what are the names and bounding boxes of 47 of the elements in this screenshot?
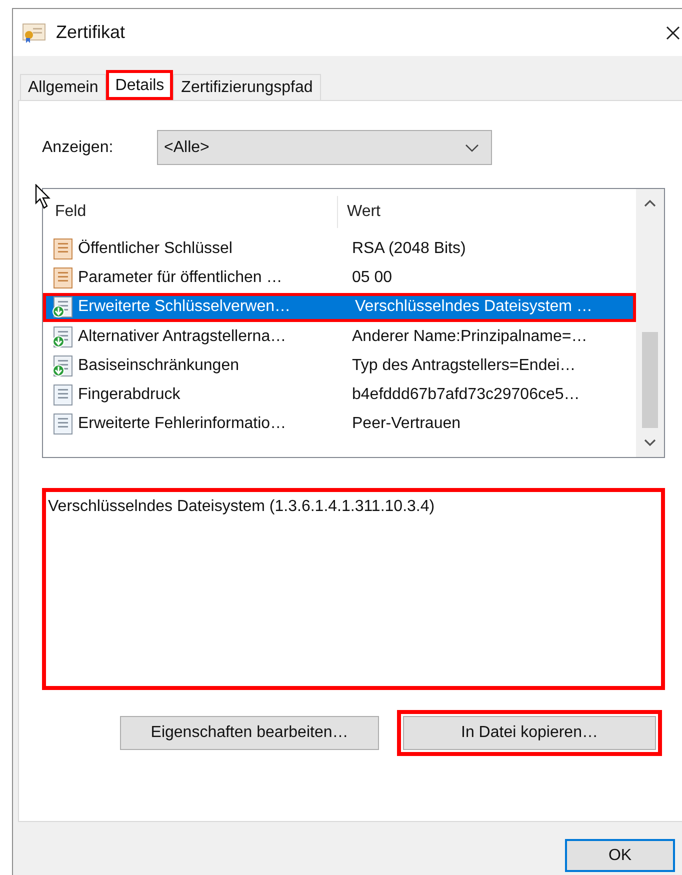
detail-field[interactable]: Verschlüsselndes Dateisystem (1.3.6.1.4.1.311.10.3.4) xyxy=(42,488,665,690)
scrollbar[interactable] xyxy=(636,189,664,457)
field-value: b4efddd67b7afd73c29706ce5… xyxy=(352,386,580,404)
field-name: Erweiterte Fehlerinformatio… xyxy=(78,415,286,434)
certificate-icon xyxy=(22,22,46,44)
window-title: Zertifikat xyxy=(56,22,126,43)
document-download-icon xyxy=(52,354,74,377)
field-name: Erweiterte Schlüsselverwen… xyxy=(78,298,291,316)
field-name: Basiseinschränkungen xyxy=(78,356,239,375)
tab[interactable]: Allgemein xyxy=(20,74,106,100)
field-value: 05 00 xyxy=(352,268,392,287)
document-icon xyxy=(52,413,74,436)
chevron-down-icon[interactable] xyxy=(465,144,479,152)
ok-button[interactable]: OK xyxy=(565,839,675,872)
field-value: Peer-Vertrauen xyxy=(352,415,461,434)
action-button[interactable]: Eigenschaften bearbeiten… xyxy=(120,716,379,750)
show-label: Anzeigen: xyxy=(42,138,114,156)
action-button[interactable]: In Datei kopieren… xyxy=(403,716,656,750)
field-value: RSA (2048 Bits) xyxy=(352,240,466,258)
detail-text: Verschlüsselndes Dateisystem (1.3.6.1.4.1.311.10.3.4) xyxy=(48,498,435,515)
list-row[interactable]: Basiseinschränkungen Typ des Antragstellers=Endei… xyxy=(46,351,636,380)
list-row[interactable]: Erweiterte Schlüsselverwen… Verschlüsselndes Dateisystem … xyxy=(43,292,636,322)
list-row[interactable]: Parameter für öffentlichen … 05 00 xyxy=(46,263,636,293)
document-download-icon xyxy=(52,296,74,318)
close-icon[interactable] xyxy=(666,26,680,40)
field-value: Anderer Name:Prinzipalname=… xyxy=(352,328,588,346)
field-value: Typ des Antragstellers=Endei… xyxy=(352,356,576,375)
scroll-thumb[interactable] xyxy=(642,332,658,428)
field-name: Alternativer Antragstellerna… xyxy=(78,328,286,346)
list-row[interactable]: Erweiterte Fehlerinformatio… Peer-Vertrauen xyxy=(46,410,636,440)
tab[interactable]: Details xyxy=(106,70,174,100)
field-name: Fingerabdruck xyxy=(78,386,180,404)
document-icon xyxy=(52,266,74,289)
list-row[interactable]: Öffentlicher Schlüssel RSA (2048 Bits) xyxy=(46,234,636,264)
scroll-down-icon[interactable] xyxy=(644,439,656,447)
list-row[interactable]: Alternativer Antragstellerna… Anderer Name:Prinzipalname=… xyxy=(46,322,636,352)
field-value: Verschlüsselndes Dateisystem … xyxy=(355,298,592,316)
scroll-up-icon[interactable] xyxy=(644,199,656,207)
field-name: Parameter für öffentlichen … xyxy=(78,268,282,287)
tab[interactable]: Zertifizierungspfad xyxy=(173,74,321,100)
column-header[interactable]: Wert xyxy=(338,196,380,228)
field-name: Öffentlicher Schlüssel xyxy=(78,240,232,258)
document-icon xyxy=(52,238,74,260)
show-dropdown[interactable]: <Alle> xyxy=(157,130,492,165)
document-icon xyxy=(52,384,74,406)
document-download-icon xyxy=(52,326,74,348)
list-row[interactable]: Fingerabdruck b4efddd67b7afd73c29706ce5… xyxy=(46,380,636,410)
